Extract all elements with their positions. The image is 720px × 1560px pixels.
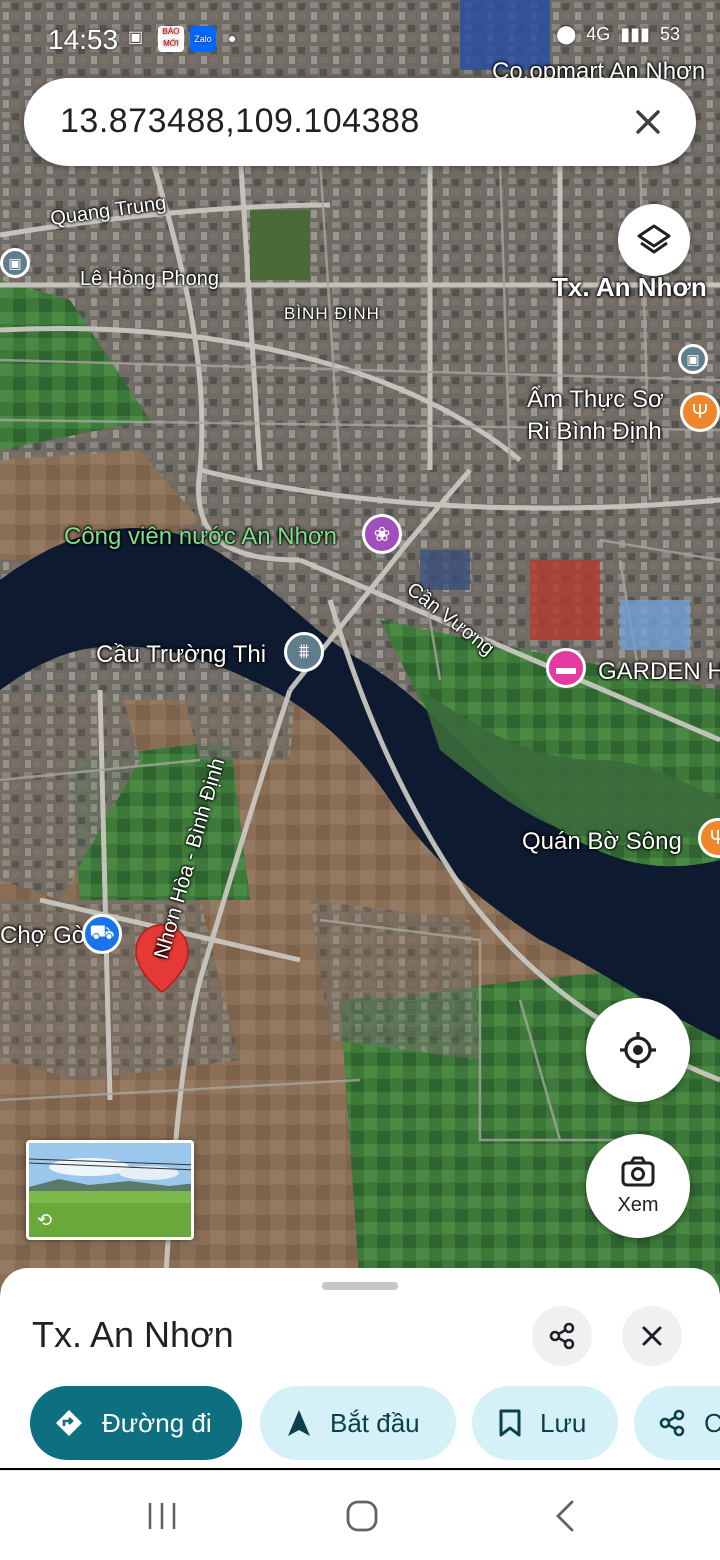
layers-button[interactable] bbox=[618, 204, 690, 276]
share-chip[interactable]: C bbox=[634, 1386, 720, 1460]
map-view[interactable]: Co.opmart An Nhơn Quang Trung Lê Hồng Ph… bbox=[0, 0, 720, 1290]
bridge-poi-icon[interactable]: ⩩ bbox=[284, 632, 324, 672]
layers-icon bbox=[637, 224, 671, 254]
directions-icon bbox=[54, 1408, 84, 1438]
network-type: 4G bbox=[586, 24, 611, 44]
restaurant-poi-icon[interactable]: Ψ bbox=[680, 392, 720, 432]
signal-icon: ▮▮▮ bbox=[620, 24, 650, 44]
maps-screen: Co.opmart An Nhơn Quang Trung Lê Hồng Ph… bbox=[0, 0, 720, 1560]
park-poi-icon[interactable]: ❀ bbox=[362, 514, 402, 554]
zalo-app-icon: Zalo bbox=[190, 26, 216, 52]
my-location-icon bbox=[620, 1032, 656, 1068]
close-sheet-button[interactable] bbox=[622, 1306, 682, 1366]
share-chip-label: C bbox=[704, 1407, 720, 1438]
map-label-poi-bridge[interactable]: Cầu Trường Thi bbox=[96, 641, 266, 669]
place-title: Tx. An Nhơn bbox=[32, 1314, 234, 1355]
map-label-poi-market[interactable]: Chợ Gò bbox=[0, 922, 85, 950]
close-icon[interactable] bbox=[622, 96, 674, 148]
search-query[interactable]: 13.873488,109.104388 bbox=[60, 102, 420, 141]
rotate-360-icon: ⟲ bbox=[37, 1210, 53, 1230]
status-time: 14:53 bbox=[48, 24, 119, 55]
hotel-poi-icon[interactable]: ▬ bbox=[546, 648, 586, 688]
home-icon[interactable] bbox=[344, 1499, 380, 1538]
close-icon bbox=[642, 1326, 662, 1346]
directions-button[interactable]: Đường đi bbox=[30, 1386, 242, 1460]
search-bar[interactable]: 13.873488,109.104388 bbox=[24, 78, 696, 166]
map-label-town[interactable]: Tx. An Nhơn bbox=[552, 272, 707, 303]
start-button[interactable]: Bắt đầu bbox=[260, 1386, 456, 1460]
system-nav-bar bbox=[0, 1470, 720, 1560]
share-button[interactable] bbox=[532, 1306, 592, 1366]
baomoi-app-icon: BÁO MỚI bbox=[158, 26, 184, 52]
map-label-poi-park[interactable]: Công viên nước An Nhơn bbox=[64, 523, 337, 551]
map-label-poi-restaurant[interactable]: Ri Bình Định bbox=[527, 418, 662, 446]
drag-handle[interactable] bbox=[322, 1282, 398, 1290]
street-view-thumbnail[interactable]: ⟲ bbox=[26, 1140, 194, 1240]
map-label-area: BÌNH ĐỊNH bbox=[284, 304, 380, 323]
bookmark-icon bbox=[498, 1408, 522, 1438]
back-icon[interactable] bbox=[550, 1499, 580, 1538]
map-label-poi-restaurant[interactable]: Quán Bờ Sông bbox=[522, 828, 682, 856]
view-label: Xem bbox=[617, 1193, 659, 1216]
screenshot-icon: ▣ bbox=[128, 29, 144, 46]
place-sheet[interactable]: Tx. An Nhơn Đường đi Bắt đầu Lưu C bbox=[0, 1268, 720, 1468]
camera-icon bbox=[621, 1156, 655, 1186]
save-label: Lưu bbox=[540, 1407, 587, 1438]
map-label-poi-hotel[interactable]: GARDEN H bbox=[598, 658, 720, 686]
bus-stop-icon[interactable]: ▣ bbox=[678, 344, 708, 374]
navigation-arrow-icon bbox=[286, 1408, 312, 1438]
map-label-poi-restaurant[interactable]: Ẩm Thực Sơ bbox=[527, 386, 664, 414]
status-bar: 14:53 ▣ BÁO MỚI Zalo ● ⬤ 4G ▮▮▮ 53 bbox=[0, 22, 720, 58]
my-location-button[interactable] bbox=[586, 998, 690, 1102]
start-label: Bắt đầu bbox=[330, 1407, 420, 1438]
bus-stop-icon[interactable]: ▣ bbox=[0, 248, 30, 278]
street-view-button[interactable]: Xem bbox=[586, 1134, 690, 1238]
shopping-poi-icon[interactable]: ⛟ bbox=[82, 914, 122, 954]
recent-apps-icon[interactable] bbox=[146, 1499, 178, 1538]
map-label-street: Lê Hồng Phong bbox=[80, 268, 220, 290]
battery-level: 53 bbox=[659, 24, 680, 44]
share-icon bbox=[658, 1409, 686, 1437]
share-icon bbox=[549, 1322, 575, 1350]
location-status-icon: ⬤ bbox=[556, 24, 577, 44]
save-button[interactable]: Lưu bbox=[472, 1386, 618, 1460]
notification-dot-icon: ● bbox=[228, 30, 237, 46]
directions-label: Đường đi bbox=[102, 1407, 212, 1438]
